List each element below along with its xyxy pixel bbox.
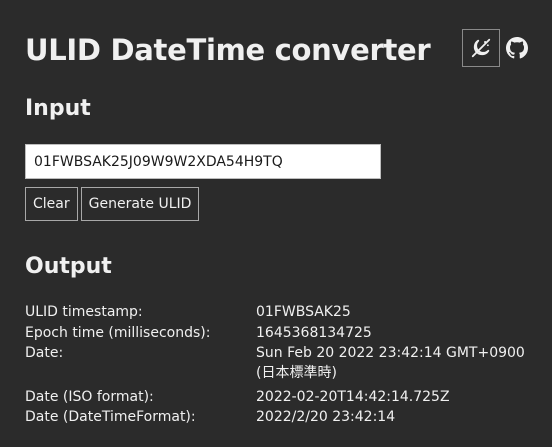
output-row-iso-date: Date (ISO format): 2022-02-20T14:42:14.7… — [25, 387, 538, 407]
output-label: Date (ISO format): — [25, 389, 154, 405]
input-heading: Input — [25, 96, 91, 121]
output-value: 2022-02-20T14:42:14.725Z — [256, 389, 450, 405]
ulid-input[interactable] — [25, 144, 381, 179]
github-link[interactable] — [506, 37, 528, 59]
output-value: Sun Feb 20 2022 23:42:14 GMT+0900 (日本標準時… — [256, 345, 525, 381]
output-label: Epoch time (milliseconds): — [25, 325, 211, 341]
clear-button[interactable]: Clear — [25, 187, 78, 221]
output-value: 1645368134725 — [256, 325, 372, 341]
output-row-date: Date: Sun Feb 20 2022 23:42:14 GMT+0900 … — [25, 343, 538, 383]
input-buttons: Clear Generate ULID — [25, 187, 202, 221]
output-row-ulid-timestamp: ULID timestamp: 01FWBSAK25 — [25, 302, 538, 322]
generate-ulid-button[interactable]: Generate ULID — [80, 187, 200, 221]
output-value: 2022/2/20 23:42:14 — [256, 409, 396, 425]
output-label: Date: — [25, 345, 64, 361]
page-title: ULID DateTime converter — [25, 33, 431, 67]
output-label: Date (DateTimeFormat): — [25, 409, 196, 425]
color-scheme-toggle-icon — [471, 38, 491, 58]
output-heading: Output — [25, 254, 112, 279]
output-table: ULID timestamp: 01FWBSAK25 Epoch time (m… — [25, 302, 538, 427]
github-icon — [506, 37, 528, 59]
output-value: 01FWBSAK25 — [256, 304, 351, 320]
theme-toggle-button[interactable] — [462, 29, 500, 67]
output-row-epoch-time: Epoch time (milliseconds): 1645368134725 — [25, 323, 538, 343]
page: ULID DateTime converter Input Clear Gene… — [0, 0, 552, 447]
output-row-datetimeformat: Date (DateTimeFormat): 2022/2/20 23:42:1… — [25, 407, 538, 427]
top-actions — [462, 29, 528, 67]
output-label: ULID timestamp: — [25, 304, 143, 320]
